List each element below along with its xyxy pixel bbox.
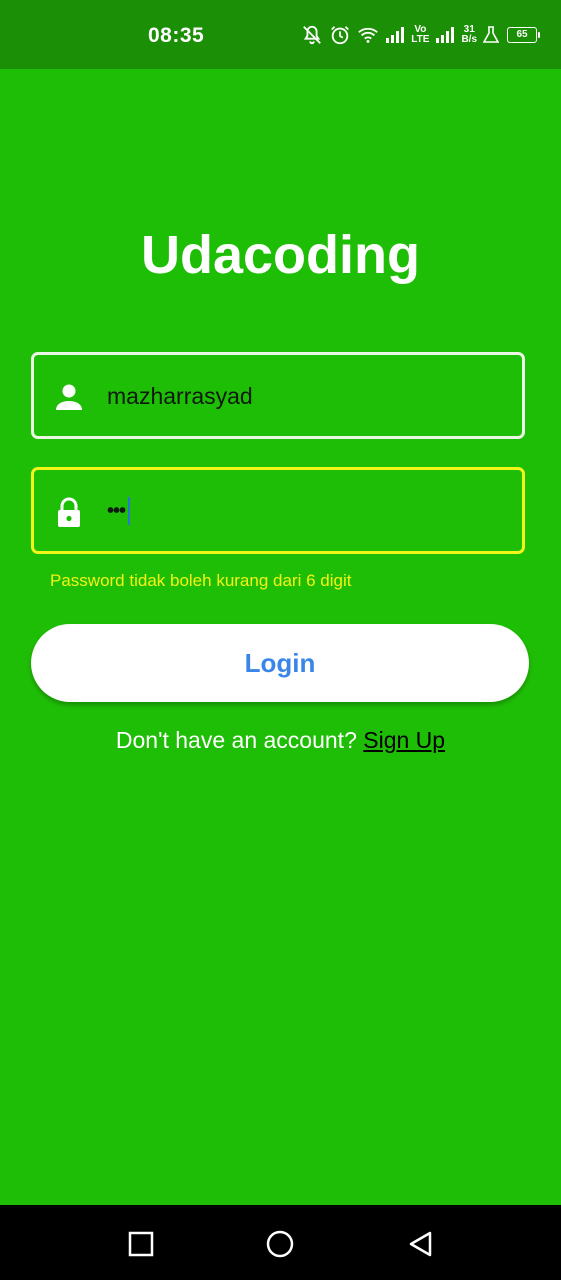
recent-apps-icon[interactable] <box>126 1229 156 1259</box>
alarm-icon <box>331 26 350 45</box>
password-field[interactable]: ••• <box>31 467 525 554</box>
signal-icon <box>386 27 405 43</box>
password-value[interactable]: ••• <box>107 496 131 526</box>
text-cursor <box>128 497 131 525</box>
signal-icon-2 <box>436 27 455 43</box>
username-field[interactable]: mazharrasyad <box>31 352 525 439</box>
battery-icon: 65 <box>507 27 540 43</box>
password-error: Password tidak boleh kurang dari 6 digit <box>50 571 352 590</box>
mute-bell-icon <box>303 25 322 45</box>
status-time: 08:35 <box>148 24 205 47</box>
net-speed: 31 B/s <box>461 24 477 45</box>
back-icon[interactable] <box>406 1229 436 1259</box>
volte-indicator: Vo LTE <box>411 24 430 45</box>
username-value[interactable]: mazharrasyad <box>107 383 253 410</box>
person-icon <box>56 384 82 410</box>
flask-icon <box>483 26 499 43</box>
signup-prompt: Don't have an account? <box>115 727 364 753</box>
signup-row: Don't have an account? Sign Up <box>0 727 561 754</box>
home-icon[interactable] <box>265 1229 295 1259</box>
wifi-icon <box>358 27 379 43</box>
status-bar: 08:35 Vo LTE 31 B/s 65 <box>0 0 561 69</box>
app-title: Udacoding <box>141 225 420 285</box>
nav-bar <box>0 1205 561 1280</box>
status-icons: Vo LTE 31 B/s 65 <box>301 20 540 50</box>
login-button[interactable]: Login <box>31 624 529 702</box>
signup-link[interactable]: Sign Up <box>363 727 445 753</box>
lock-icon <box>58 497 80 527</box>
